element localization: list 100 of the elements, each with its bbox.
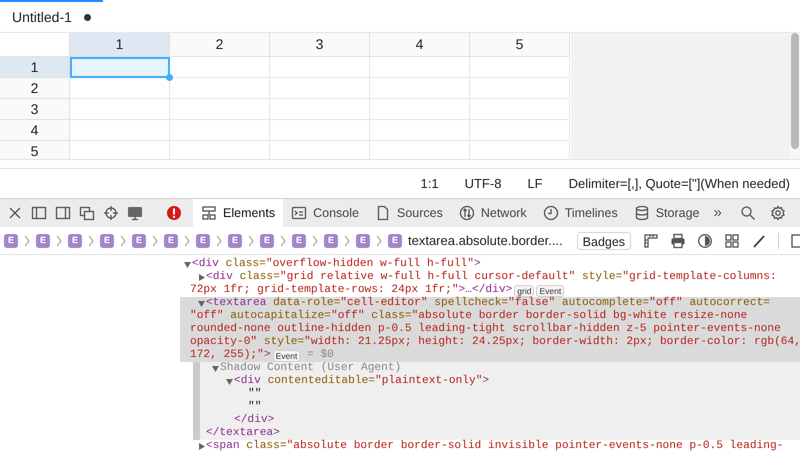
- dom-node-row[interactable]: <div class="overflow-hidden w-full h-full">: [180, 258, 800, 271]
- table-cell[interactable]: [170, 120, 270, 141]
- close-icon[interactable]: [7, 205, 23, 221]
- layout-icon: [201, 205, 217, 221]
- column-header[interactable]: 5: [470, 33, 570, 57]
- node-badge[interactable]: Event: [272, 350, 300, 362]
- devtools-tab[interactable]: Sources: [366, 198, 451, 228]
- code-line: <div contenteditable="plaintext-only">: [234, 375, 490, 388]
- selected-node-highlight[interactable]: [180, 297, 800, 362]
- chevron-icon: [247, 234, 255, 246]
- table-cell[interactable]: [370, 120, 470, 141]
- devtools-tab[interactable]: Elements: [193, 198, 284, 228]
- table-cell[interactable]: [470, 120, 570, 141]
- code-line: = $0: [306, 349, 334, 362]
- column-header[interactable]: 3: [270, 33, 370, 57]
- code-line: "off" autocapitalize="off" class="absolute border border-solid bg-white resize-none: [190, 310, 748, 322]
- pen-icon[interactable]: [751, 232, 768, 248]
- node-badge[interactable]: grid: [514, 284, 534, 296]
- table-cell[interactable]: [270, 57, 370, 78]
- windows-icon[interactable]: [79, 205, 95, 221]
- devtools-tab[interactable]: Console: [283, 198, 367, 228]
- dom-node-row[interactable]: "": [200, 388, 800, 401]
- search-icon[interactable]: [740, 205, 756, 221]
- clock-icon: [542, 205, 559, 221]
- table-cell[interactable]: [470, 78, 570, 99]
- table-cell[interactable]: [470, 99, 570, 120]
- table-cell[interactable]: [270, 78, 370, 99]
- code-line: "": [248, 401, 262, 414]
- code-line: </textarea>: [206, 427, 280, 440]
- overflow-button[interactable]: »: [714, 202, 722, 224]
- printer-icon[interactable]: [670, 232, 686, 248]
- breadcrumb-item[interactable]: E textarea.absolute.border....: [388, 230, 563, 250]
- selected-cell[interactable]: [70, 57, 170, 78]
- breadcrumb-label[interactable]: textarea.absolute.border....: [408, 230, 563, 250]
- dom-node-row[interactable]: "": [200, 401, 800, 414]
- horizontal-scrollbar[interactable]: [0, 159, 800, 169]
- code-line: <div class="grid relative w-full h-full cursor-default" style="grid-template-columns:: [206, 271, 777, 284]
- table-cell[interactable]: [70, 99, 170, 120]
- node-badge[interactable]: Event: [536, 284, 564, 296]
- table-cell[interactable]: [70, 120, 170, 141]
- table-cell[interactable]: [370, 57, 470, 78]
- grid-icon[interactable]: [724, 232, 740, 248]
- contrast-icon[interactable]: [697, 232, 714, 248]
- collapsed-arrow-icon[interactable]: [197, 273, 206, 282]
- terminal-icon: [291, 205, 308, 221]
- scrollbar-thumb[interactable]: [791, 33, 799, 149]
- row-header[interactable]: 3: [0, 99, 70, 120]
- table-cell[interactable]: [470, 57, 570, 78]
- devtools-tab[interactable]: Timelines: [534, 198, 626, 228]
- crosshair-icon[interactable]: [103, 205, 119, 221]
- row-header[interactable]: 4: [0, 120, 70, 141]
- table-cell[interactable]: [370, 78, 470, 99]
- dom-node-row[interactable]: <div contenteditable="plaintext-only">: [200, 375, 800, 388]
- chevron-icon: [215, 234, 223, 246]
- status-item: LF: [527, 174, 543, 193]
- table-cell[interactable]: [170, 99, 270, 120]
- chevron-icon: [119, 234, 127, 246]
- chevron-icon: [151, 234, 159, 246]
- table-cell[interactable]: [370, 99, 470, 120]
- expanded-arrow-icon[interactable]: [183, 260, 192, 269]
- table-cell[interactable]: [170, 57, 270, 78]
- code-line: Shadow Content (User Agent): [220, 362, 402, 374]
- chevron-icon: [87, 234, 95, 246]
- column-header[interactable]: 1: [70, 33, 170, 57]
- status-item: 1:1: [420, 174, 439, 193]
- chevron-icon: [311, 234, 319, 246]
- column-header[interactable]: 4: [370, 33, 470, 57]
- row-header[interactable]: 1: [0, 57, 70, 78]
- dock-right-icon[interactable]: [55, 205, 71, 221]
- devtools-tab[interactable]: Network: [450, 198, 535, 228]
- row-header[interactable]: 2: [0, 78, 70, 99]
- code-line: <div class="overflow-hidden w-full h-full">: [192, 258, 481, 270]
- table-cell[interactable]: [170, 78, 270, 99]
- expanded-arrow-icon[interactable]: [197, 299, 206, 308]
- chevron-icon: [375, 234, 383, 246]
- collapsed-arrow-icon[interactable]: [197, 442, 206, 451]
- table-cell[interactable]: [270, 120, 370, 141]
- chevron-icon: [55, 234, 63, 246]
- chevron-icon: [279, 234, 287, 246]
- settings-icon[interactable]: [770, 205, 786, 221]
- chevron-icon: [183, 234, 191, 246]
- chevron-icon: [343, 234, 351, 246]
- badges-button[interactable]: Badges: [576, 232, 632, 250]
- dock-left-icon[interactable]: [31, 205, 47, 221]
- ruler-icon[interactable]: [643, 232, 660, 248]
- column-header[interactable]: 2: [170, 33, 270, 57]
- table-cell[interactable]: [270, 99, 370, 120]
- expanded-arrow-icon[interactable]: [211, 364, 220, 373]
- devtools-tab[interactable]: Storage: [626, 198, 708, 228]
- code-line: <textarea data-role="cell-editor" spellcheck="false" autocomplete="off" autocorrect=: [206, 297, 770, 310]
- expanded-arrow-icon[interactable]: [225, 377, 234, 386]
- monitor-icon[interactable]: [127, 205, 143, 221]
- error-icon[interactable]: [165, 205, 183, 221]
- table-cell[interactable]: [70, 78, 170, 99]
- fill-handle[interactable]: [166, 74, 173, 81]
- status-item: Delimiter=[,], Quote=["](When needed): [568, 174, 790, 193]
- code-line: rounded-none outline-hidden p-0.5 leading-tight scrollbar-hidden z-5 pointer-events-none: [190, 323, 781, 336]
- code-line: 172, 255);">: [190, 349, 271, 362]
- row-header[interactable]: 5: [0, 141, 70, 159]
- status-item: UTF-8: [464, 174, 502, 193]
